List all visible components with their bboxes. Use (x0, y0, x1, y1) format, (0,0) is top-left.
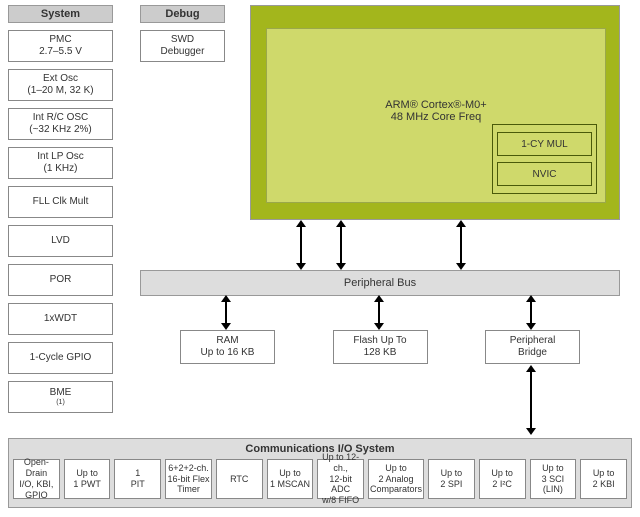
arrow-core-bus-3 (460, 225, 462, 265)
arrow-bus-ram (225, 300, 227, 325)
comms-row: Open-DrainI/O, KBI,GPIO Up to1 PWT 1PIT … (9, 459, 631, 499)
system-ext-osc: Ext Osc(1–20 M, 32 K) (8, 69, 113, 101)
system-int-rc-osc: Int R/C OSC(~32 KHz 2%) (8, 108, 113, 140)
debug-header: Debug (140, 5, 225, 23)
core-block: ARM® Cortex®-M0+ 48 MHz Core Freq 1-CY M… (250, 5, 620, 220)
system-column: System PMC2.7–5.5 V Ext Osc(1–20 M, 32 K… (8, 5, 113, 413)
debug-swd: SWDDebugger (140, 30, 225, 62)
comms-comparators: Up to2 AnalogComparators (368, 459, 424, 499)
core-mul: 1-CY MUL (497, 132, 592, 156)
peripheral-bus: Peripheral Bus (140, 270, 620, 296)
debug-column: Debug SWDDebugger (140, 5, 225, 62)
system-wdt: 1xWDT (8, 303, 113, 335)
system-gpio: 1-Cycle GPIO (8, 342, 113, 374)
arrow-bridge-comms (530, 370, 532, 430)
core-inner: ARM® Cortex®-M0+ 48 MHz Core Freq 1-CY M… (266, 28, 606, 203)
flash-box: Flash Up To128 KB (333, 330, 428, 364)
core-sub-group: 1-CY MUL NVIC (492, 124, 597, 194)
arrow-core-bus-1 (300, 225, 302, 265)
comms-spi: Up to2 SPI (428, 459, 475, 499)
ram-box: RAMUp to 16 KB (180, 330, 275, 364)
arrow-bus-flash (378, 300, 380, 325)
comms-gpio: Open-DrainI/O, KBI,GPIO (13, 459, 60, 499)
comms-pwt: Up to1 PWT (64, 459, 111, 499)
comms-i2c: Up to2 I²C (479, 459, 526, 499)
comms-pit: 1PIT (114, 459, 161, 499)
comms-kbi: Up to2 KBI (580, 459, 627, 499)
system-header: System (8, 5, 113, 23)
system-por: POR (8, 264, 113, 296)
comms-flextimer: 6+2+2-ch.16-bit FlexTimer (165, 459, 212, 499)
arrow-core-bus-2 (340, 225, 342, 265)
bridge-box: PeripheralBridge (485, 330, 580, 364)
comms-rtc: RTC (216, 459, 263, 499)
system-lvd: LVD (8, 225, 113, 257)
comms-mscan: Up to1 MSCAN (267, 459, 314, 499)
comms-sci: Up to3 SCI(LIN) (530, 459, 577, 499)
core-nvic: NVIC (497, 162, 592, 186)
system-int-lp-osc: Int LP Osc(1 KHz) (8, 147, 113, 179)
core-label: ARM® Cortex®-M0+ 48 MHz Core Freq (267, 99, 605, 123)
system-bme: BME(1) (8, 381, 113, 413)
comms-adc: Up to 12-ch.,12-bit ADCw/8 FIFO (317, 459, 364, 499)
memory-row: RAMUp to 16 KB Flash Up To128 KB Periphe… (180, 330, 580, 364)
arrow-bus-bridge (530, 300, 532, 325)
system-fll: FLL Clk Mult (8, 186, 113, 218)
system-pmc: PMC2.7–5.5 V (8, 30, 113, 62)
comms-section: Communications I/O System Open-DrainI/O,… (8, 438, 632, 508)
